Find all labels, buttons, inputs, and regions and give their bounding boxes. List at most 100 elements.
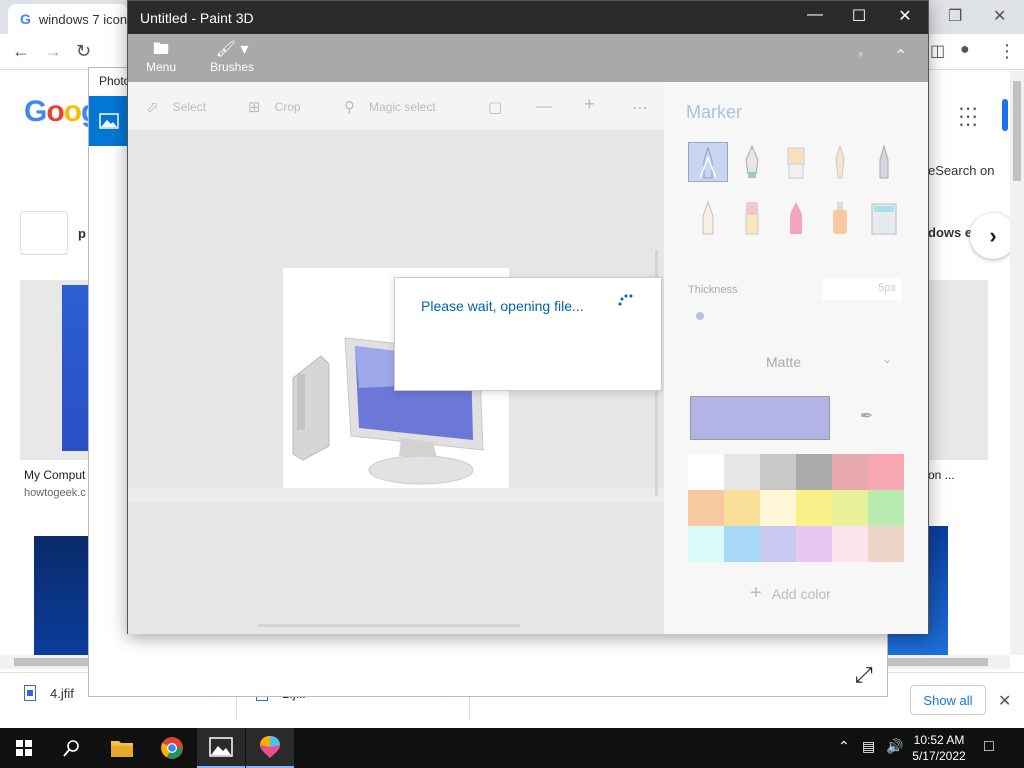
palette-color[interactable] — [832, 454, 868, 490]
chrome-tab[interactable]: G windows 7 icon — [8, 4, 128, 34]
forward-icon[interactable]: → — [44, 41, 62, 62]
volume-icon[interactable]: 🔊 — [886, 738, 903, 755]
finish-dropdown[interactable]: Matte — [766, 354, 801, 370]
related-chip-label[interactable]: p — [78, 226, 86, 241]
calligraphy-pen-brush[interactable] — [732, 142, 772, 182]
palette-color[interactable] — [760, 526, 796, 562]
palette-color[interactable] — [760, 454, 796, 490]
chrome-menu-icon[interactable]: ⋮ — [998, 41, 1016, 62]
canvas-band — [128, 488, 664, 502]
magic-select-tool[interactable]: ⚲ Magic select — [344, 98, 436, 116]
fill-brush[interactable] — [864, 198, 904, 238]
zoom-in-icon[interactable]: + — [584, 94, 595, 115]
chevron-up-icon[interactable]: ⌃ — [838, 738, 850, 755]
palette-color[interactable] — [832, 490, 868, 526]
google-apps-icon[interactable]: ⋯ ⋯ ⋯ — [958, 99, 978, 135]
color-palette — [688, 454, 904, 562]
oil-brush[interactable] — [776, 142, 816, 182]
palette-color[interactable] — [760, 490, 796, 526]
pencil-brush[interactable] — [688, 198, 728, 238]
thickness-input[interactable]: 5px — [822, 278, 902, 300]
back-icon[interactable]: ← — [12, 41, 30, 62]
show-all-button[interactable]: Show all — [910, 685, 986, 715]
clock-time: 10:52 AM — [913, 733, 965, 747]
image-source[interactable]: howtogeek.c — [24, 487, 86, 499]
collapse-ribbon-icon[interactable]: ⌃ — [894, 46, 907, 66]
palette-color[interactable] — [688, 490, 724, 526]
brushes-button[interactable]: 🖌 ▾ Brushes — [210, 40, 254, 74]
selected-color-swatch[interactable] — [690, 396, 830, 440]
photos-title: Photo — [99, 74, 131, 88]
palette-color[interactable] — [724, 526, 760, 562]
comment-icon[interactable]: ▢ — [488, 98, 502, 116]
safesearch-label[interactable]: eSearch on — [928, 163, 995, 178]
eraser-brush[interactable] — [732, 198, 772, 238]
palette-color[interactable] — [796, 454, 832, 490]
palette-color[interactable] — [868, 526, 904, 562]
watercolor-icon — [835, 144, 845, 179]
restore-icon[interactable]: ❐ — [948, 6, 962, 26]
close-icon[interactable]: ✕ — [998, 691, 1011, 711]
scroll-thumb[interactable] — [1013, 81, 1021, 181]
palette-color[interactable] — [688, 454, 724, 490]
thickness-slider-thumb[interactable] — [696, 312, 704, 320]
photos-taskbar-button[interactable] — [197, 728, 245, 768]
zoom-out-icon[interactable]: — — [536, 98, 552, 116]
palette-color[interactable] — [796, 490, 832, 526]
palette-color[interactable] — [796, 526, 832, 562]
pixel-pen-brush[interactable] — [864, 142, 904, 182]
close-icon[interactable]: ✕ — [882, 6, 928, 26]
watercolor-brush[interactable] — [820, 142, 860, 182]
sign-in-button[interactable] — [1002, 99, 1008, 131]
related-chip-thumb[interactable] — [20, 211, 68, 255]
palette-color[interactable] — [868, 454, 904, 490]
canvas-horizontal-scrollbar[interactable] — [258, 624, 520, 627]
chrome-taskbar-button[interactable] — [148, 728, 196, 768]
crayon-brush[interactable] — [776, 198, 816, 238]
folder-icon — [111, 741, 133, 757]
image-result[interactable] — [34, 536, 88, 656]
palette-color[interactable] — [832, 526, 868, 562]
profile-icon[interactable]: ● — [960, 41, 970, 59]
chevron-down-icon[interactable]: ⌄ — [882, 352, 892, 366]
spray-can-brush[interactable] — [820, 198, 860, 238]
search-button[interactable] — [48, 728, 96, 768]
download-item[interactable]: 4.jfif — [24, 685, 74, 701]
add-color-button[interactable]: + Add color — [750, 582, 831, 605]
more-icon[interactable]: ⋯ — [632, 98, 648, 118]
expand-icon[interactable]: ⤢ — [855, 662, 873, 688]
fill-bucket-icon — [871, 203, 897, 235]
magic-select-label: Magic select — [369, 100, 436, 114]
image-caption[interactable]: My Comput — [24, 468, 85, 482]
file-explorer-button[interactable] — [98, 728, 146, 768]
select-tool[interactable]: ⬀ Select — [146, 98, 206, 116]
chevron-down-icon[interactable]: ▾ — [858, 48, 864, 61]
magic-select-icon: ⚲ — [344, 99, 355, 116]
notifications-icon[interactable]: □ — [984, 738, 994, 756]
palette-color[interactable] — [724, 454, 760, 490]
maximize-icon[interactable]: ☐ — [836, 6, 882, 26]
vertical-scrollbar[interactable] — [1010, 71, 1024, 655]
palette-color[interactable] — [868, 490, 904, 526]
paint3d-taskbar-button[interactable] — [246, 728, 294, 768]
menu-button[interactable]: 🖿 Menu — [146, 40, 176, 74]
clock[interactable]: 10:52 AM 5/17/2022 — [906, 732, 972, 764]
network-icon[interactable]: ▤ — [862, 738, 875, 755]
minimize-icon[interactable]: — — [792, 6, 838, 24]
cursor-icon: ⬀ — [146, 99, 159, 116]
marker-brush[interactable] — [688, 142, 728, 182]
scroll-thumb[interactable] — [888, 658, 988, 666]
window-title: Untitled - Paint 3D — [140, 10, 254, 26]
palette-color[interactable] — [724, 490, 760, 526]
eraser-icon — [745, 202, 759, 235]
photos-image-icon[interactable] — [89, 96, 129, 146]
palette-color[interactable] — [688, 526, 724, 562]
close-icon[interactable]: ✕ — [993, 6, 1006, 26]
crop-tool[interactable]: ⊞ Crop — [248, 98, 301, 116]
eyedropper-icon[interactable]: ✒ — [860, 406, 873, 426]
related-chip-text[interactable]: dows e — [928, 225, 972, 240]
reload-icon[interactable]: ↻ — [76, 41, 91, 62]
start-button[interactable] — [0, 728, 48, 768]
sidebar-icon[interactable]: ◫ — [930, 41, 945, 61]
image-caption[interactable]: on ... — [928, 468, 955, 482]
